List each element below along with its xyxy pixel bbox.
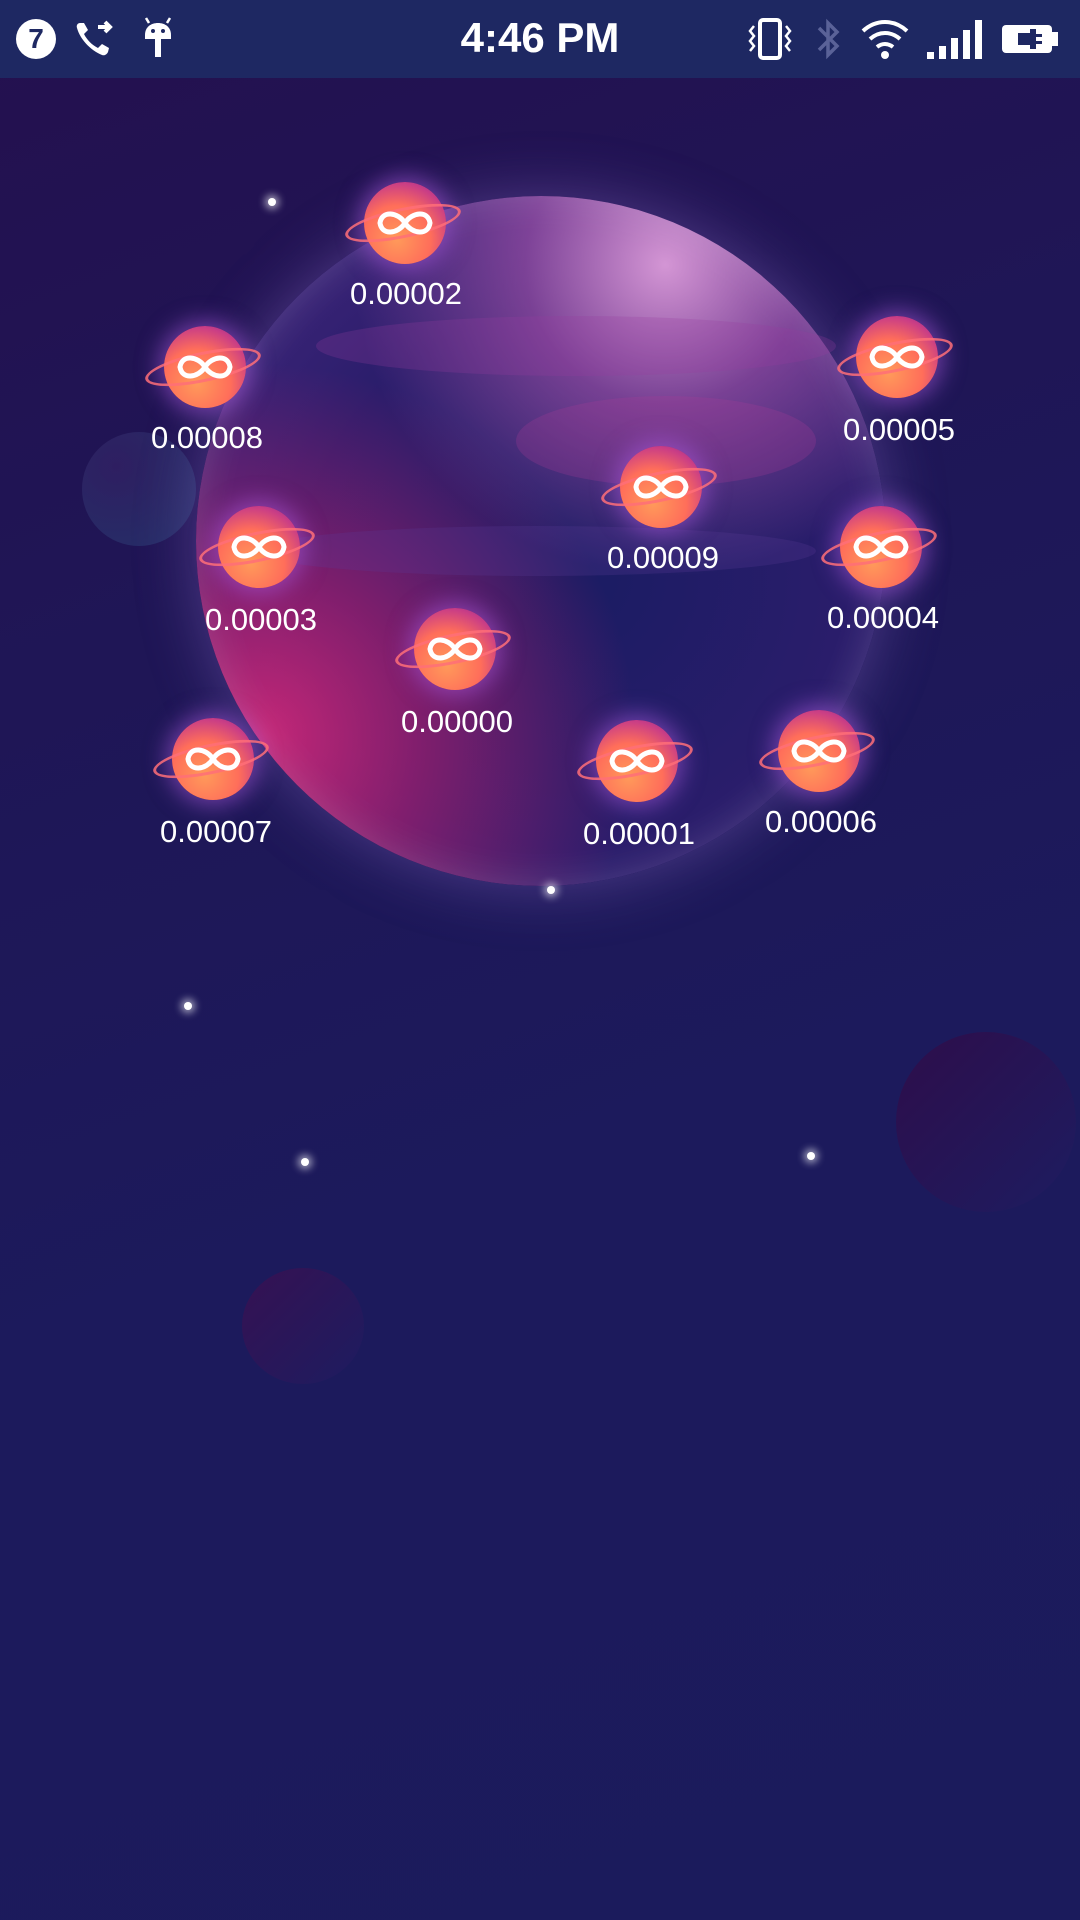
clock-time: 4:46 PM bbox=[460, 14, 620, 61]
coin-value: 0.00008 bbox=[150, 420, 264, 455]
infinity-icon bbox=[414, 608, 496, 690]
coin-value: 0.00005 bbox=[842, 412, 956, 447]
coin-value: 0.00004 bbox=[826, 600, 940, 635]
wifi-icon bbox=[860, 16, 910, 62]
coin-value: 0.00002 bbox=[349, 276, 463, 311]
status-bar: 7 4:46 PM bbox=[0, 0, 1080, 78]
coin-value: 0.00001 bbox=[582, 816, 696, 851]
coin-value: 0.00006 bbox=[764, 804, 878, 839]
infinity-icon bbox=[778, 710, 860, 792]
infinity-icon bbox=[172, 718, 254, 800]
star bbox=[547, 886, 555, 894]
coin-value: 0.00000 bbox=[400, 704, 514, 739]
background-bubble bbox=[242, 1268, 364, 1384]
coin-value: 0.00003 bbox=[204, 602, 318, 637]
infinity-icon bbox=[620, 446, 702, 528]
coin-value: 0.00007 bbox=[159, 814, 273, 849]
star bbox=[184, 1002, 192, 1010]
bluetooth-icon bbox=[810, 16, 846, 62]
infinity-icon bbox=[856, 316, 938, 398]
infinity-icon bbox=[596, 720, 678, 802]
infinity-icon bbox=[840, 506, 922, 588]
infinity-icon bbox=[164, 326, 246, 408]
vibrate-icon bbox=[746, 16, 794, 62]
star bbox=[807, 1152, 815, 1160]
signal-icon bbox=[924, 16, 986, 62]
infinity-icon bbox=[364, 182, 446, 264]
background-bubble bbox=[896, 1032, 1076, 1212]
star bbox=[301, 1158, 309, 1166]
battery-charging-icon bbox=[998, 16, 1062, 62]
coin-value: 0.00009 bbox=[606, 540, 720, 575]
infinity-icon bbox=[218, 506, 300, 588]
star bbox=[268, 198, 276, 206]
